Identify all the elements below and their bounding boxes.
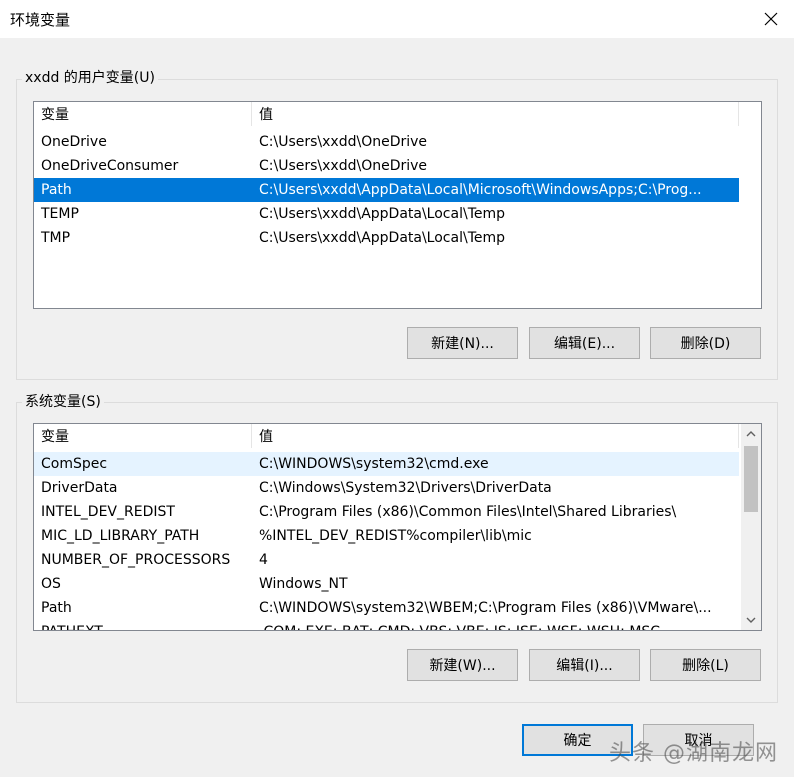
column-header-name[interactable]: 变量 xyxy=(34,102,252,126)
var-value: Windows_NT xyxy=(259,576,348,592)
var-value: .COM;.EXE;.BAT;.CMD;.VBS;.VBE;.JS;.JSE;.… xyxy=(252,620,739,630)
user-new-button[interactable]: 新建(N)... xyxy=(407,327,518,359)
user-delete-button[interactable]: 删除(D) xyxy=(650,327,761,359)
table-row[interactable]: OS Windows_NT xyxy=(34,572,739,596)
chevron-up-icon xyxy=(746,431,756,437)
list-header: 变量 值 xyxy=(34,424,761,448)
var-name: ComSpec xyxy=(41,456,108,472)
var-value: C:\WINDOWS\system32\cmd.exe xyxy=(259,456,489,472)
scroll-up-button[interactable] xyxy=(741,424,761,444)
user-variables-label: xxdd 的用户变量(U) xyxy=(22,70,158,86)
var-name: Path xyxy=(41,600,72,616)
var-name: INTEL_DEV_REDIST xyxy=(41,504,175,520)
var-name: NUMBER_OF_PROCESSORS xyxy=(41,552,231,568)
system-variables-label: 系统变量(S) xyxy=(22,394,104,410)
window-title: 环境变量 xyxy=(10,11,71,29)
vertical-scrollbar[interactable] xyxy=(741,424,761,630)
table-row[interactable]: PATHEXT .COM;.EXE;.BAT;.CMD;.VBS;.VBE;.J… xyxy=(34,620,739,630)
var-name: MIC_LD_LIBRARY_PATH xyxy=(41,528,200,544)
scroll-down-button[interactable] xyxy=(741,610,761,630)
table-row[interactable]: DriverData C:\Windows\System32\Drivers\D… xyxy=(34,476,739,500)
column-header-name[interactable]: 变量 xyxy=(34,424,252,448)
var-name: TMP xyxy=(41,230,71,246)
table-row[interactable]: OneDriveConsumer C:\Users\xxdd\OneDrive xyxy=(34,154,739,178)
var-name: OneDrive xyxy=(41,134,107,150)
var-value: C:\Program Files (x86)\Common Files\Inte… xyxy=(259,504,677,520)
close-button[interactable] xyxy=(748,0,794,38)
table-row-selected[interactable]: Path C:\Users\xxdd\AppData\Local\Microso… xyxy=(34,178,739,202)
close-icon xyxy=(764,12,778,26)
scrollbar-thumb[interactable] xyxy=(744,446,758,512)
column-header-value[interactable]: 值 xyxy=(252,102,739,126)
var-value: C:\Users\xxdd\AppData\Local\Temp xyxy=(259,206,505,222)
table-row[interactable]: MIC_LD_LIBRARY_PATH %INTEL_DEV_REDIST%co… xyxy=(34,524,739,548)
table-row[interactable]: INTEL_DEV_REDIST C:\Program Files (x86)\… xyxy=(34,500,739,524)
table-row[interactable]: NUMBER_OF_PROCESSORS 4 xyxy=(34,548,739,572)
var-value: C:\Users\xxdd\OneDrive xyxy=(259,158,428,174)
system-variables-list[interactable]: 变量 值 ComSpec C:\WINDOWS\system32\cmd.exe… xyxy=(33,423,762,631)
user-edit-button[interactable]: 编辑(E)... xyxy=(529,327,640,359)
system-delete-button[interactable]: 删除(L) xyxy=(650,649,761,681)
var-name: PATHEXT xyxy=(34,620,252,630)
var-value: 4 xyxy=(259,552,268,568)
var-name: Path xyxy=(41,182,72,198)
user-variables-list[interactable]: 变量 值 OneDrive C:\Users\xxdd\OneDrive One… xyxy=(33,101,762,309)
var-value: C:\Users\xxdd\OneDrive xyxy=(259,134,428,150)
system-new-button[interactable]: 新建(W)... xyxy=(407,649,518,681)
var-value: C:\Users\xxdd\AppData\Local\Temp xyxy=(259,230,505,246)
column-header-value[interactable]: 值 xyxy=(252,424,739,448)
table-row[interactable]: TMP C:\Users\xxdd\AppData\Local\Temp xyxy=(34,226,739,250)
var-name: OneDriveConsumer xyxy=(41,158,179,174)
var-name: TEMP xyxy=(41,206,79,222)
title-bar: 环境变量 xyxy=(0,0,794,38)
system-edit-button[interactable]: 编辑(I)... xyxy=(529,649,640,681)
table-row[interactable]: ComSpec C:\WINDOWS\system32\cmd.exe xyxy=(34,452,739,476)
var-value: %INTEL_DEV_REDIST%compiler\lib\mic xyxy=(259,528,532,544)
var-value: C:\Users\xxdd\AppData\Local\Microsoft\Wi… xyxy=(259,182,702,198)
list-header: 变量 值 xyxy=(34,102,761,126)
var-value: C:\WINDOWS\system32\WBEM;C:\Program File… xyxy=(259,600,712,616)
chevron-down-icon xyxy=(746,617,756,623)
table-row[interactable]: Path C:\WINDOWS\system32\WBEM;C:\Program… xyxy=(34,596,739,620)
var-value: C:\Windows\System32\Drivers\DriverData xyxy=(259,480,552,496)
table-row[interactable]: OneDrive C:\Users\xxdd\OneDrive xyxy=(34,130,739,154)
var-name: OS xyxy=(41,576,61,592)
watermark-text: 头条 @湖南龙网 xyxy=(609,741,778,766)
var-name: DriverData xyxy=(41,480,118,496)
table-row[interactable]: TEMP C:\Users\xxdd\AppData\Local\Temp xyxy=(34,202,739,226)
